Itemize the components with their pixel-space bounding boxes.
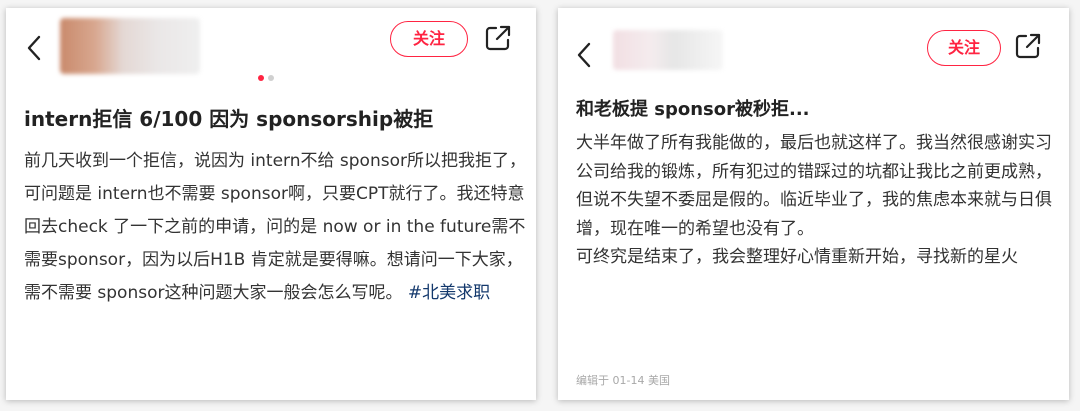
post-body-text: 前几天收到一个拒信，说因为 intern不给 sponsor所以把我拒了，可问题…	[24, 151, 526, 303]
chevron-left-icon[interactable]	[574, 41, 596, 69]
blurred-avatar-icon[interactable]	[613, 30, 723, 70]
screenshot-collage: 关注 intern拒信 6/100 因为 sponsorship被拒 前几天收到…	[0, 0, 1080, 411]
post-body: 大半年做了所有我能做的，最后也就这样了。我当然很感谢实习公司给我的锻炼，所有犯过…	[576, 129, 1062, 272]
follow-button[interactable]: 关注	[390, 21, 468, 57]
right-post-card: 关注 和老板提 sponsor被秒拒... 大半年做了所有我能做的，最后也就这样…	[558, 8, 1069, 400]
share-external-icon[interactable]	[1014, 32, 1042, 60]
chevron-left-icon[interactable]	[24, 34, 46, 62]
edit-meta: 编辑于 01-14 美国	[576, 374, 670, 387]
blurred-avatar-icon[interactable]	[60, 18, 200, 74]
carousel-dot-active	[258, 75, 264, 81]
left-post-card: 关注 intern拒信 6/100 因为 sponsorship被拒 前几天收到…	[6, 8, 536, 400]
share-external-icon[interactable]	[484, 24, 512, 52]
carousel-dot	[268, 75, 274, 81]
post-paragraph: 大半年做了所有我能做的，最后也就这样了。我当然很感谢实习公司给我的锻炼，所有犯过…	[576, 133, 1052, 239]
post-body: 前几天收到一个拒信，说因为 intern不给 sponsor所以把我拒了，可问题…	[24, 145, 530, 310]
post-title: intern拒信 6/100 因为 sponsorship被拒	[24, 107, 434, 131]
carousel-indicator	[258, 75, 274, 81]
left-post-header: 关注	[6, 8, 536, 78]
post-paragraph: 可终究是结束了，我会整理好心情重新开始，寻找新的星火	[576, 247, 1018, 267]
post-title: 和老板提 sponsor被秒拒...	[576, 99, 810, 120]
follow-button[interactable]: 关注	[927, 30, 1001, 66]
hashtag-link[interactable]: #北美求职	[408, 283, 490, 303]
right-post-header: 关注	[558, 8, 1069, 78]
